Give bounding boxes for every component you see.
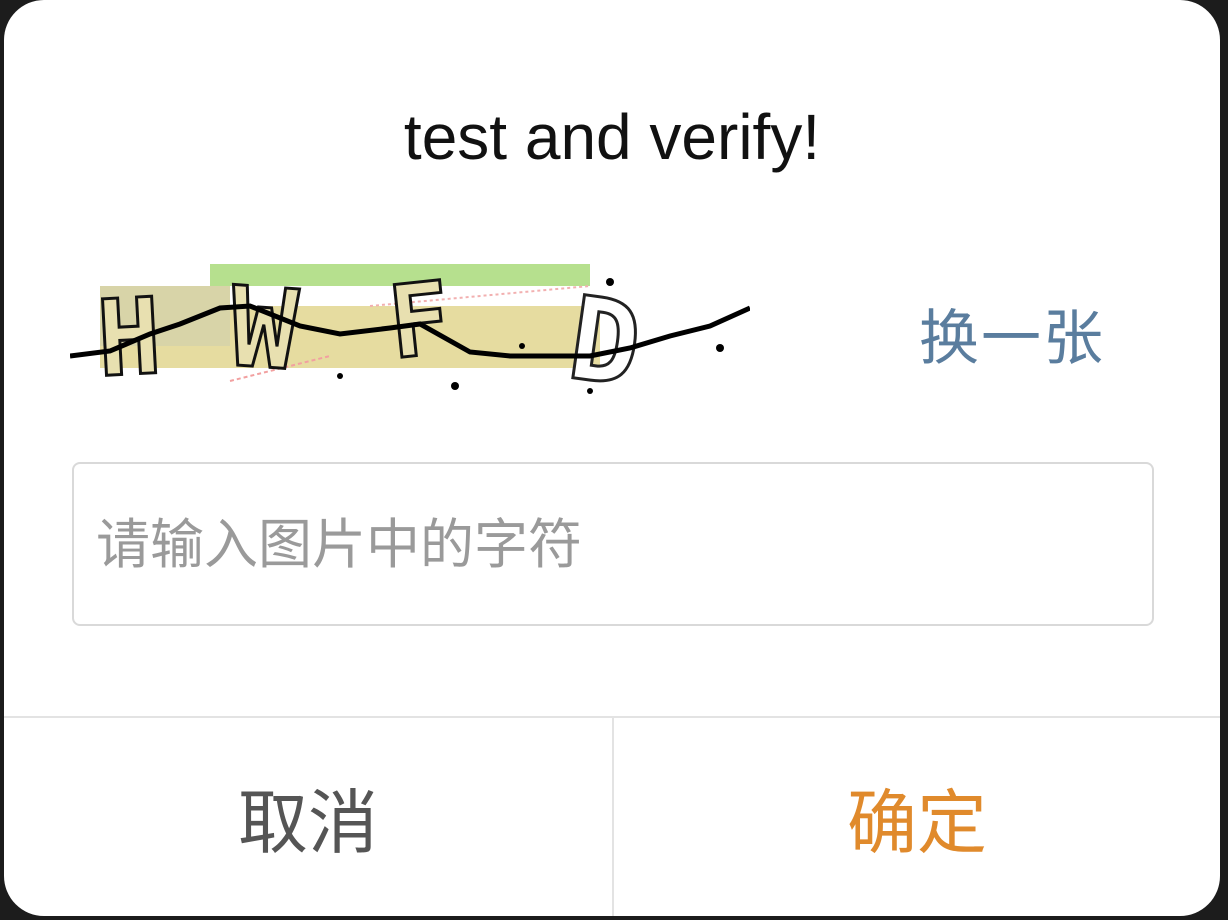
captcha-char-2: W <box>226 263 302 395</box>
confirm-button[interactable]: 确定 <box>614 718 1220 916</box>
captcha-char-4: D <box>561 272 648 396</box>
refresh-captcha-link[interactable]: 换一张 <box>919 290 1105 377</box>
captcha-char-1: H <box>94 275 164 396</box>
captcha-row: H W F D 换一张 <box>64 250 1164 410</box>
captcha-dialog: test and verify! H W F D 换一张 请输入图片中的字符 取… <box>4 0 1220 916</box>
dialog-title: test and verify! <box>403 101 821 173</box>
cancel-button[interactable]: 取消 <box>4 718 612 916</box>
captcha-char-3: F <box>383 259 455 382</box>
captcha-input[interactable] <box>72 462 1154 626</box>
captcha-image[interactable]: H W F D <box>70 256 750 396</box>
